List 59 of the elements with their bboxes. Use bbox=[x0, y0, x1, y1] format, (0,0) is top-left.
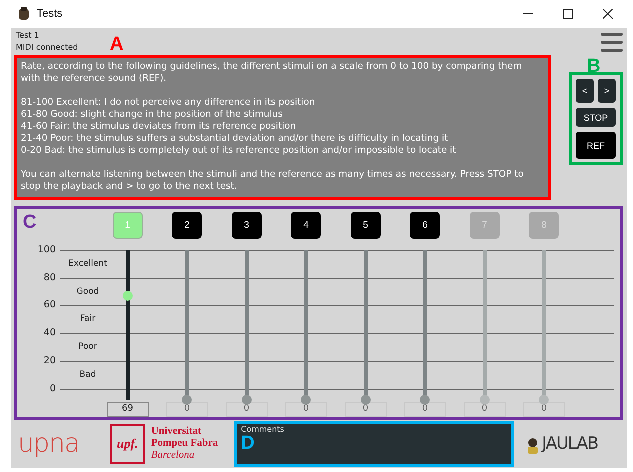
slider-thumb[interactable] bbox=[420, 394, 430, 405]
next-button[interactable]: > bbox=[598, 79, 616, 103]
university-name: Barcelona bbox=[151, 450, 196, 462]
stimulus-button[interactable]: 6 bbox=[410, 212, 440, 239]
comments-field[interactable]: Comments D bbox=[234, 421, 514, 467]
value-field[interactable]: 0 bbox=[285, 402, 328, 417]
value-field[interactable]: 69 bbox=[106, 402, 149, 417]
instructions-text: You can alternate listening between the stimuli and the reference as many times as necessary. Press STOP to stop the playback and > to go to the next test. bbox=[21, 169, 525, 193]
category-label: Excellent bbox=[68, 258, 108, 269]
axis-tick-label: 0 bbox=[50, 384, 56, 394]
midi-status: MIDI connected bbox=[16, 43, 78, 52]
slider-thumb[interactable] bbox=[360, 394, 371, 405]
slider-thumb[interactable] bbox=[242, 394, 252, 405]
menu-icon[interactable] bbox=[601, 32, 623, 52]
app-icon bbox=[18, 7, 30, 21]
axis-tick-label: 60 bbox=[44, 300, 56, 311]
stimulus-button[interactable]: 3 bbox=[232, 212, 262, 239]
axis-tick-label: 40 bbox=[44, 328, 56, 339]
guideline-text: 21-40 Poor: the stimulus suffers a substantial deviation and/or there is difficulty in locating it bbox=[21, 133, 450, 145]
previous-button[interactable]: < bbox=[576, 79, 594, 103]
axis-tick-label: 100 bbox=[38, 244, 56, 256]
guideline-text: 61-80 Good: slight change in the position of the stimulus bbox=[21, 109, 284, 121]
axis-tick-label: 80 bbox=[44, 272, 56, 284]
guideline-text: 0-20 Bad: the stimulus is completely out of its reference position and/or impossible to locate it bbox=[21, 145, 458, 157]
category-label: Poor bbox=[78, 342, 98, 352]
stimulus-button[interactable]: 5 bbox=[350, 212, 381, 239]
value-field[interactable]: 0 bbox=[226, 402, 268, 417]
annotation-label: C bbox=[23, 213, 37, 232]
category-label: Bad bbox=[80, 370, 96, 380]
upna-logo: upna bbox=[18, 429, 80, 459]
guideline-text: 81-100 Excellent: I do not perceive any difference in its position bbox=[21, 97, 316, 109]
value-field[interactable]: 0 bbox=[166, 402, 208, 417]
value-field[interactable]: 0 bbox=[404, 402, 446, 417]
axis-tick-label: 20 bbox=[44, 356, 56, 367]
university-name: Universitat bbox=[151, 426, 202, 438]
stop-button[interactable]: STOP bbox=[576, 108, 616, 127]
slider-thumb[interactable] bbox=[301, 394, 312, 405]
window-title: Tests bbox=[37, 8, 63, 20]
category-label: Good bbox=[76, 286, 100, 297]
stimulus-button[interactable]: 4 bbox=[291, 212, 322, 239]
slider-thumb[interactable] bbox=[122, 291, 133, 302]
university-name: Pompeu Fabra bbox=[151, 438, 218, 450]
category-label: Fair bbox=[80, 314, 96, 324]
jaulab-logo: JAULAB bbox=[542, 434, 598, 454]
slider-thumb[interactable] bbox=[182, 394, 192, 405]
instructions-text: Rate, according to the following guidelines, the different stimuli on a scale from 0 to 100 by comparing them with the reference sound (REF). bbox=[21, 61, 524, 85]
value-field[interactable]: 0 bbox=[344, 402, 387, 417]
annotation-label: D bbox=[241, 434, 256, 453]
guideline-text: 41-60 Fair: the stimulus deviates from its reference position bbox=[21, 121, 298, 133]
upf-logo: upf. bbox=[110, 424, 146, 464]
comments-label: Comments bbox=[241, 425, 286, 434]
annotation-label: A bbox=[110, 35, 124, 54]
stimulus-button[interactable]: 2 bbox=[172, 212, 202, 239]
close-icon[interactable] bbox=[603, 9, 613, 19]
maximize-icon[interactable] bbox=[563, 9, 573, 19]
annotation-label: B bbox=[587, 57, 601, 76]
mascot-icon bbox=[526, 438, 540, 454]
test-label: Test 1 bbox=[16, 31, 40, 40]
ref-button[interactable]: REF bbox=[576, 132, 616, 159]
